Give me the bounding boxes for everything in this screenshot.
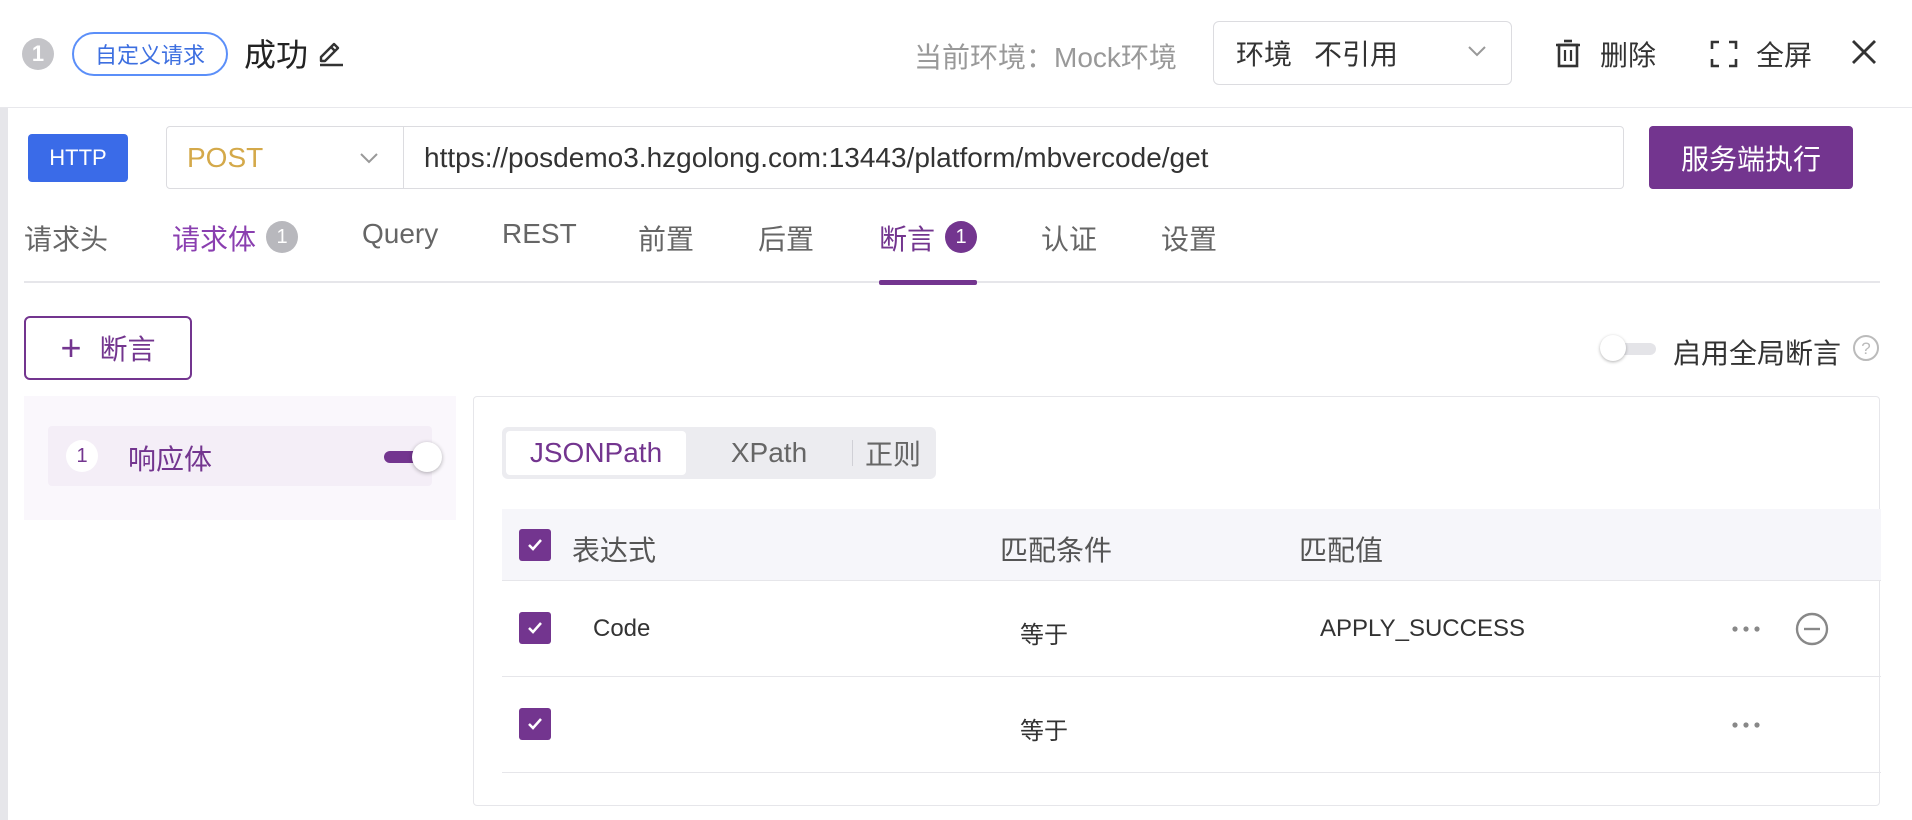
tab-label: 设置 — [1161, 224, 1218, 255]
condition-cell[interactable]: 等于 — [1020, 615, 1068, 650]
current-env-text: 当前环境：Mock环境 — [914, 42, 1177, 73]
segment-divider — [852, 440, 853, 466]
step-number: 1 — [22, 38, 54, 70]
env-select-label: 环境 — [1236, 39, 1293, 70]
tab-rest[interactable]: REST — [502, 212, 577, 283]
fullscreen-label: 全屏 — [1756, 40, 1813, 71]
assertion-detail-panel: JSONPath XPath 正则 表达式 匹配条件 匹配值 Code 等于 A… — [473, 396, 1881, 806]
condition-cell[interactable]: 等于 — [1020, 711, 1068, 746]
tab-count-badge: 1 — [945, 221, 978, 253]
tab-label: 后置 — [758, 224, 815, 255]
mode-regex[interactable]: 正则 — [854, 431, 932, 475]
add-assertion-label: 断言 — [99, 334, 156, 365]
tab-label: 认证 — [1041, 224, 1098, 255]
fullscreen-button[interactable]: 全屏 — [1710, 34, 1812, 74]
chevron-down-icon — [360, 153, 378, 164]
more-icon[interactable] — [1731, 624, 1761, 634]
assertion-enable-switch[interactable] — [384, 442, 444, 472]
table-header: 表达式 匹配条件 匹配值 — [502, 509, 1881, 581]
check-icon — [528, 539, 542, 551]
tab-assertion[interactable]: 断言 1 — [879, 212, 978, 285]
close-icon[interactable] — [1848, 36, 1880, 68]
url-input[interactable]: https://posdemo3.hzgolong.com:13443/plat… — [404, 126, 1624, 189]
help-icon[interactable]: ? — [1852, 334, 1880, 362]
toggle-knob — [1600, 335, 1626, 361]
mode-jsonpath[interactable]: JSONPath — [506, 431, 686, 475]
tab-label: Query — [362, 218, 439, 249]
plus-icon: + — [60, 327, 82, 368]
header-condition: 匹配条件 — [1000, 535, 1113, 566]
tab-label: REST — [502, 218, 577, 249]
request-tabs: 请求头 请求体 1 Query REST 前置 后置 断言 1 认证 设置 — [24, 212, 1880, 285]
env-select[interactable]: 环境 不引用 — [1213, 21, 1512, 85]
tab-label: 请求头 — [24, 224, 109, 255]
global-assertion-label: 启用全局断言 — [1673, 338, 1842, 369]
tab-query[interactable]: Query — [362, 212, 438, 283]
tab-label: 断言 — [879, 224, 936, 255]
method-value: POST — [187, 141, 264, 173]
request-title: 成功 — [244, 37, 309, 73]
list-item[interactable]: 1 响应体 — [48, 426, 442, 486]
env-select-value: 不引用 — [1314, 39, 1399, 70]
chevron-down-icon — [1468, 46, 1486, 57]
select-all-checkbox[interactable] — [519, 529, 551, 561]
row-checkbox[interactable] — [519, 708, 551, 740]
tab-pre[interactable]: 前置 — [638, 212, 694, 283]
request-type-tag: 自定义请求 — [72, 32, 228, 76]
value-cell[interactable]: APPLY_SUCCESS — [1320, 615, 1525, 643]
switch-knob — [412, 442, 442, 472]
check-icon — [528, 718, 542, 730]
tab-label: 请求体 — [172, 224, 257, 255]
assertion-index: 1 — [66, 440, 98, 472]
table-row: 等于 — [502, 677, 1881, 773]
mode-segmented-control: JSONPath XPath 正则 — [502, 427, 936, 479]
trash-icon — [1556, 39, 1580, 68]
tab-label: 前置 — [638, 224, 695, 255]
add-assertion-button[interactable]: + 断言 — [24, 316, 192, 380]
tab-auth[interactable]: 认证 — [1041, 212, 1097, 283]
row-checkbox[interactable] — [519, 612, 551, 644]
delete-label: 删除 — [1600, 40, 1657, 71]
global-assertion-toggle[interactable] — [1600, 335, 1656, 361]
tab-settings[interactable]: 设置 — [1161, 212, 1217, 283]
header-bar: 1 自定义请求 成功 当前环境：Mock环境 环境 不引用 删除 全屏 — [0, 0, 1912, 108]
tab-headers[interactable]: 请求头 — [24, 212, 108, 283]
remove-circle-icon[interactable] — [1794, 611, 1830, 647]
more-icon[interactable] — [1731, 720, 1761, 730]
header-expression: 表达式 — [572, 535, 657, 566]
table-row: Code 等于 APPLY_SUCCESS — [502, 581, 1881, 677]
edit-icon[interactable] — [316, 38, 346, 68]
tab-post[interactable]: 后置 — [758, 212, 814, 283]
fullscreen-icon — [1710, 40, 1738, 68]
check-icon — [528, 622, 542, 634]
protocol-badge: HTTP — [28, 134, 128, 182]
tab-count-badge: 1 — [266, 221, 299, 253]
assertion-label: 响应体 — [128, 444, 213, 475]
left-edge-bar — [0, 108, 8, 820]
mode-xpath[interactable]: XPath — [694, 431, 844, 475]
method-select[interactable]: POST — [166, 126, 404, 189]
assertion-list: 1 响应体 — [24, 396, 456, 520]
expression-cell[interactable]: Code — [593, 615, 650, 643]
delete-button[interactable]: 删除 — [1554, 34, 1656, 74]
server-execute-button[interactable]: 服务端执行 — [1649, 126, 1853, 189]
tab-body[interactable]: 请求体 1 — [172, 212, 299, 283]
svg-text:?: ? — [1861, 339, 1870, 358]
header-value: 匹配值 — [1299, 535, 1384, 566]
